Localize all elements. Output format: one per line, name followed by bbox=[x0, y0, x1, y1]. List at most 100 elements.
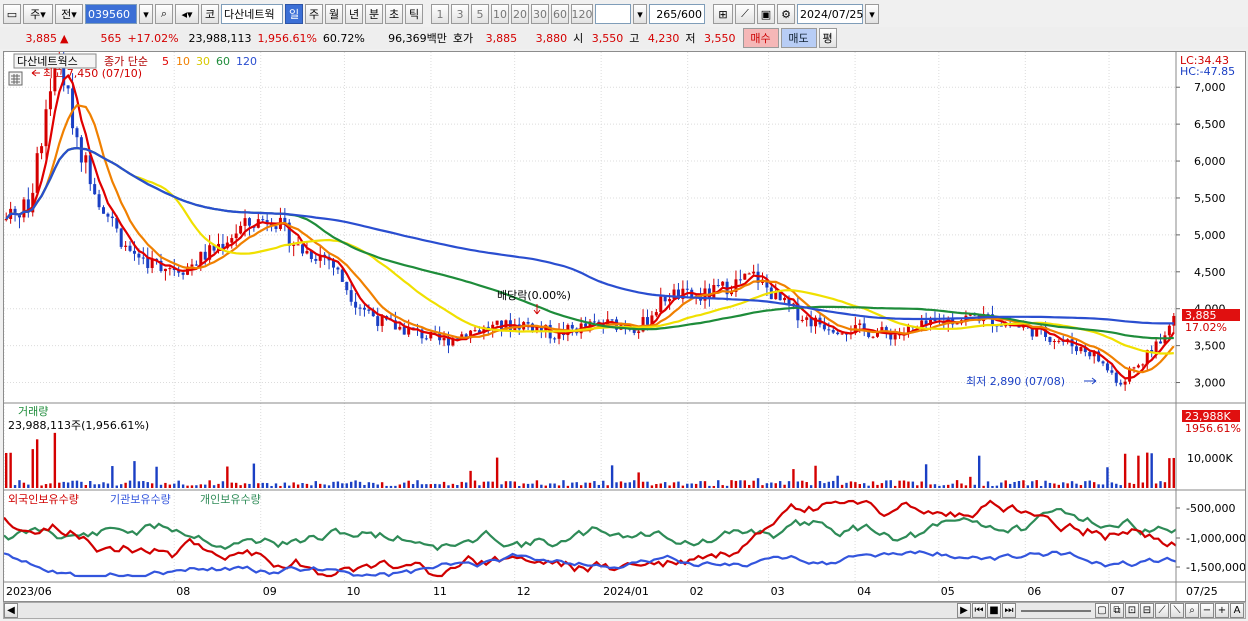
eval-button[interactable]: 평 bbox=[818, 28, 837, 48]
code-dropdown-icon[interactable]: ▾ bbox=[139, 4, 153, 24]
interval-30[interactable]: 30 bbox=[531, 4, 549, 24]
interval-custom-input[interactable] bbox=[595, 4, 631, 24]
dividend-annotation: 배당락(0.00%) bbox=[497, 289, 571, 302]
date-input[interactable]: 2024/07/25 bbox=[797, 4, 863, 24]
magnify-icon[interactable]: ⌕ bbox=[1185, 603, 1199, 618]
volume-bar bbox=[482, 481, 486, 488]
period-minute[interactable]: 분 bbox=[365, 4, 383, 24]
volume-bar bbox=[288, 485, 291, 488]
candle-body bbox=[1123, 381, 1127, 385]
volume-bar bbox=[31, 449, 34, 488]
volume-bar bbox=[283, 482, 287, 488]
date-dropdown-icon[interactable]: ▾ bbox=[865, 4, 879, 24]
x-axis-label: 02 bbox=[690, 585, 704, 598]
period-second[interactable]: 초 bbox=[385, 4, 403, 24]
stock-chart[interactable]: 7,0006,5006,0005,5005,0004,5004,0003,500… bbox=[4, 52, 1245, 601]
volume-bar bbox=[411, 484, 415, 488]
interval-5[interactable]: 5 bbox=[471, 4, 489, 24]
candle-body bbox=[376, 316, 380, 326]
stock-code-input[interactable]: 039560 bbox=[85, 4, 137, 24]
volume-bar bbox=[27, 484, 30, 488]
interval-120[interactable]: 120 bbox=[571, 4, 593, 24]
volume-bar bbox=[694, 483, 698, 488]
volume-bar bbox=[504, 481, 508, 488]
volume-bar bbox=[663, 482, 667, 488]
candle-body bbox=[1105, 363, 1109, 371]
layout2-icon[interactable]: ⧉ bbox=[1110, 603, 1124, 618]
period-tick[interactable]: 틱 bbox=[405, 4, 423, 24]
price-change-pct: +17.02% bbox=[127, 31, 179, 45]
chart-area[interactable]: 7,0006,5006,0005,5005,0004,5004,0003,500… bbox=[3, 51, 1246, 602]
volume-bar bbox=[770, 482, 773, 488]
volume-bar bbox=[305, 483, 309, 488]
interval-60[interactable]: 60 bbox=[551, 4, 569, 24]
volume-bar bbox=[783, 484, 786, 488]
volume-bar bbox=[628, 482, 632, 488]
volume-bar bbox=[150, 483, 154, 488]
gear-icon[interactable]: ⚙ bbox=[777, 4, 795, 24]
count-input[interactable]: 265/600 bbox=[649, 4, 705, 24]
last-page-icon[interactable]: ⏭ bbox=[1002, 603, 1016, 618]
interval-dropdown-icon[interactable]: ▾ bbox=[633, 4, 647, 24]
sell-button[interactable]: 매도 bbox=[780, 28, 817, 48]
draw2-icon[interactable]: ⟍ bbox=[1170, 603, 1184, 618]
volume-bar bbox=[93, 484, 96, 488]
plus-icon[interactable]: + bbox=[1215, 603, 1229, 618]
candle-body bbox=[1136, 365, 1140, 368]
volume-bar bbox=[1172, 457, 1175, 488]
candle-body bbox=[398, 326, 402, 330]
period-year[interactable]: 년 bbox=[345, 4, 363, 24]
period-day[interactable]: 일 bbox=[285, 4, 303, 24]
volume-bar bbox=[13, 485, 17, 488]
volume-bar bbox=[40, 485, 43, 488]
prev-button[interactable]: 전 ▾ bbox=[55, 4, 83, 24]
first-page-icon[interactable]: ⏮ bbox=[972, 603, 986, 618]
candle-body bbox=[822, 324, 826, 330]
volume-bar bbox=[1110, 482, 1114, 488]
interval-20[interactable]: 20 bbox=[511, 4, 529, 24]
volume-bar bbox=[876, 484, 879, 488]
draw-icon[interactable]: ⟋ bbox=[1155, 603, 1169, 618]
volume-bar bbox=[478, 485, 481, 488]
chart-scrollbar[interactable]: ◀ ▶ ⏮ ■ ⏭ ▢ ⧉ ⊡ ⊟ ⟋ ⟍ ⌕ − + A bbox=[3, 602, 1246, 619]
chart-type-icon[interactable]: ▭ bbox=[3, 4, 21, 24]
candle-body bbox=[668, 298, 672, 302]
candle-body bbox=[1052, 341, 1056, 343]
layout1-icon[interactable]: ▢ bbox=[1095, 603, 1109, 618]
minus-icon[interactable]: − bbox=[1200, 603, 1214, 618]
volume-bar bbox=[1008, 483, 1012, 488]
candle-body bbox=[163, 268, 167, 272]
volume-bar bbox=[938, 485, 941, 488]
scroll-right-icon[interactable]: ▶ bbox=[957, 603, 971, 618]
volume-title: 거래량 bbox=[18, 405, 48, 418]
font-size-icon[interactable]: A bbox=[1230, 603, 1244, 618]
stop-icon[interactable]: ■ bbox=[987, 603, 1001, 618]
zoom-slider[interactable] bbox=[1021, 609, 1091, 612]
buy-button[interactable]: 매수 bbox=[742, 28, 779, 48]
volume-bar bbox=[739, 480, 742, 488]
volume-bar bbox=[120, 484, 123, 488]
period-month[interactable]: 월 bbox=[325, 4, 343, 24]
volume-bar bbox=[743, 480, 746, 488]
volume-bar bbox=[115, 485, 118, 488]
interval-3[interactable]: 3 bbox=[451, 4, 469, 24]
zoom-out-icon[interactable]: ⟋ bbox=[735, 4, 755, 24]
layout3-icon[interactable]: ⊡ bbox=[1125, 603, 1139, 618]
candle-body bbox=[858, 323, 862, 326]
speaker-icon[interactable]: ◂▾ bbox=[175, 4, 199, 24]
layout4-icon[interactable]: ⊟ bbox=[1140, 603, 1154, 618]
candle-body bbox=[141, 257, 145, 259]
candle-body bbox=[110, 216, 114, 219]
search-icon[interactable]: ⌕ bbox=[155, 4, 173, 24]
save-icon[interactable]: ▣ bbox=[757, 4, 775, 24]
market-type-select[interactable]: 주 ▾ bbox=[23, 4, 53, 24]
scroll-left-icon[interactable]: ◀ bbox=[4, 603, 18, 618]
volume-bar bbox=[429, 484, 432, 488]
volume-bar bbox=[1163, 482, 1167, 488]
x-axis-label: 08 bbox=[176, 585, 190, 598]
zoom-in-icon[interactable]: ⊞ bbox=[713, 4, 733, 24]
period-week[interactable]: 주 bbox=[305, 4, 323, 24]
interval-10[interactable]: 10 bbox=[491, 4, 509, 24]
interval-1[interactable]: 1 bbox=[431, 4, 449, 24]
count-total: /600 bbox=[677, 7, 702, 21]
